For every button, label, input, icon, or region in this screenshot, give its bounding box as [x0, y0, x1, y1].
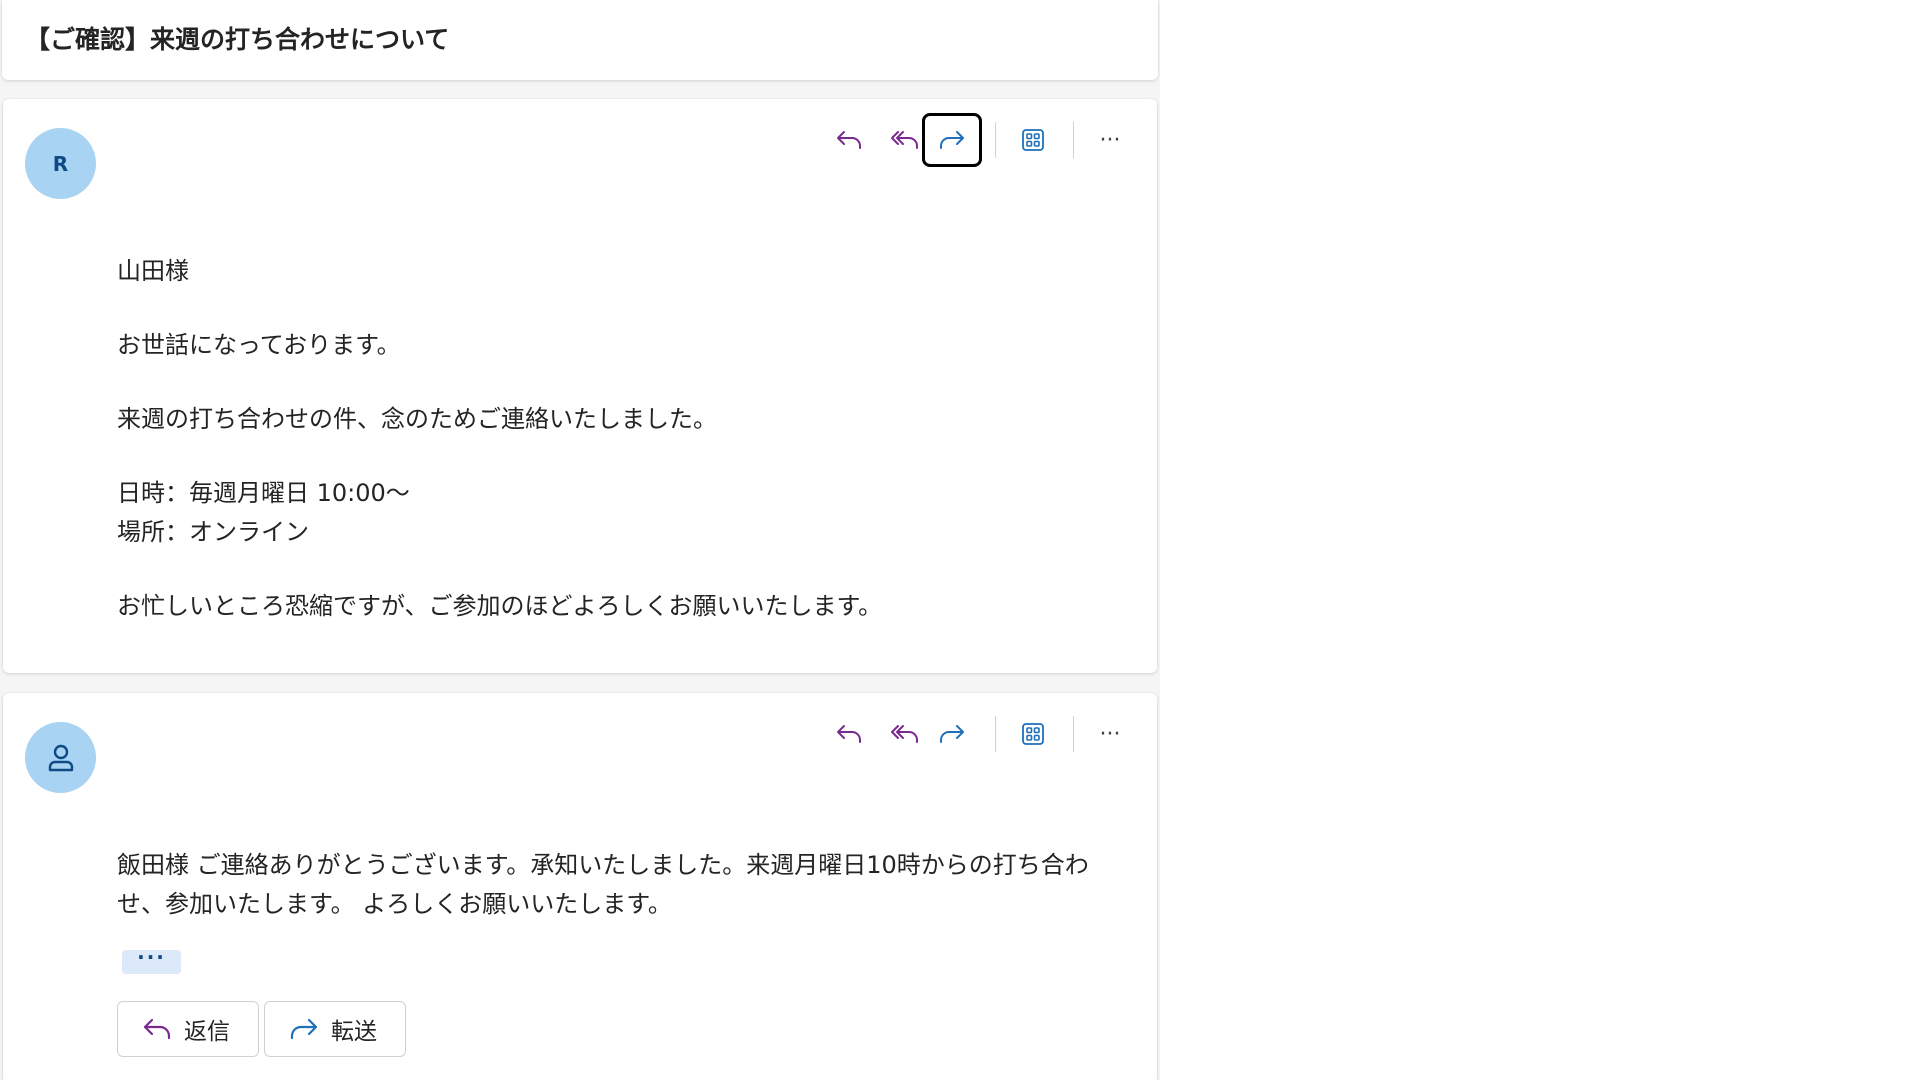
forward-label: 転送 — [331, 1019, 377, 1045]
more-options-button[interactable]: ··· — [1080, 113, 1140, 167]
more-icon: ··· — [1099, 721, 1121, 747]
reply-icon — [837, 725, 861, 743]
closing-line: お忙しいところ恐縮ですが、ご参加のほどよろしくお願いいたします。 — [117, 592, 883, 620]
apps-icon — [1022, 129, 1044, 151]
toolbar-separator — [1073, 716, 1074, 752]
apps-button[interactable] — [1003, 113, 1063, 167]
email-subject: 【ご確認】来週の打ち合わせについて — [25, 25, 450, 54]
forward-button[interactable] — [922, 707, 982, 761]
reply-all-icon — [891, 131, 918, 149]
message-body: 飯田様 ご連絡ありがとうございます。承知いたしました。来週月曜日10時からの打ち… — [117, 846, 1127, 924]
reply-icon — [837, 131, 861, 149]
reply-button[interactable] — [819, 113, 879, 167]
subject-header: 【ご確認】来週の打ち合わせについて — [2, 0, 1158, 80]
body-line: 来週の打ち合わせの件、念のためご連絡いたしました。 — [117, 405, 717, 433]
message-card-2[interactable]: ··· 飯田様 ご連絡ありがとうございます。承知いたしました。来週月曜日10時か… — [3, 693, 1157, 1080]
reading-pane: 【ご確認】来週の打ち合わせについて R ··· 山田様 お世話になっております。… — [0, 0, 1160, 1080]
forward-button[interactable] — [922, 113, 982, 167]
message-body: 山田様 お世話になっております。 来週の打ち合わせの件、念のためご連絡いたしまし… — [117, 252, 1117, 661]
show-quoted-text-button[interactable]: ··· — [122, 947, 181, 974]
forward-icon — [940, 131, 964, 149]
apps-icon — [1022, 723, 1044, 745]
toolbar-separator — [1073, 122, 1074, 158]
apps-button[interactable] — [1003, 707, 1063, 761]
greeting: 山田様 — [117, 257, 189, 285]
message-card-1[interactable]: R ··· 山田様 お世話になっております。 来週の打ち合わせの件、念のためご連… — [3, 99, 1157, 673]
body-text: 飯田様 ご連絡ありがとうございます。承知いたしました。来週月曜日10時からの打ち… — [117, 851, 1089, 918]
meeting-place: 場所：オンライン — [117, 518, 309, 546]
more-icon: ··· — [1099, 127, 1121, 153]
reply-icon — [143, 1018, 171, 1040]
toolbar-separator — [995, 716, 996, 752]
meeting-datetime: 日時：毎週月曜日 10:00〜 — [117, 479, 410, 507]
reply-label: 返信 — [184, 1019, 230, 1045]
forward-button[interactable]: 転送 — [264, 1001, 406, 1057]
more-options-button[interactable]: ··· — [1080, 707, 1140, 761]
reply-button[interactable] — [819, 707, 879, 761]
forward-icon — [290, 1018, 318, 1040]
toolbar-separator — [995, 122, 996, 158]
forward-icon — [940, 725, 964, 743]
reply-button[interactable]: 返信 — [117, 1001, 259, 1057]
body-line: お世話になっております。 — [117, 331, 401, 359]
message-toolbar: ··· — [3, 707, 1157, 763]
reply-all-icon — [891, 725, 918, 743]
message-toolbar: ··· — [3, 113, 1157, 169]
